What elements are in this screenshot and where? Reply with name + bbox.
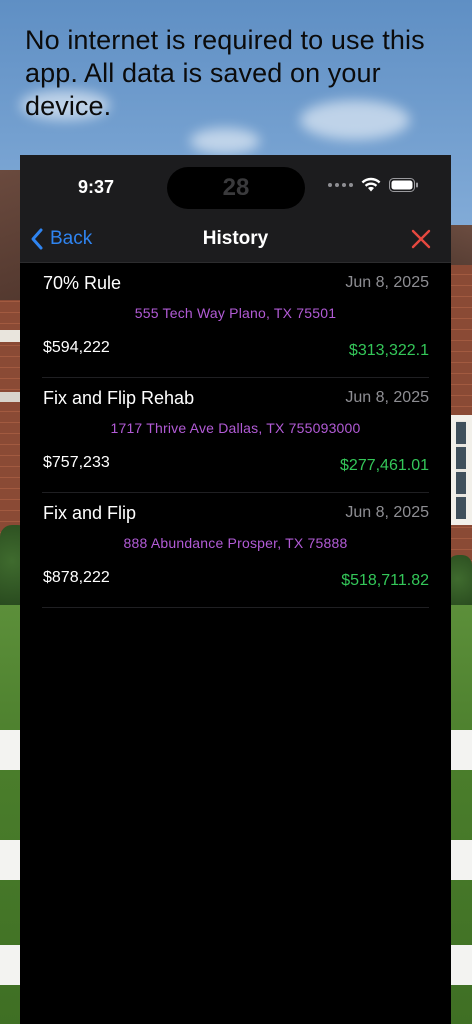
close-button[interactable] (409, 227, 433, 251)
status-time: 9:37 (78, 177, 115, 197)
phone-screen: 9:37 28 Back History 70% Rule Jun 8, 202… (20, 155, 451, 1024)
promo-headline: No internet is required to use this app.… (25, 25, 425, 121)
history-row[interactable]: Fix and Flip Rehab Jun 8, 2025 1717 Thri… (42, 378, 429, 493)
profit-value: $277,461.01 (340, 457, 429, 474)
purchase-price: $594,222 (43, 339, 110, 356)
property-address: 888 Abundance Prosper, TX 75888 (123, 535, 348, 551)
status-icons (328, 177, 419, 192)
history-row[interactable]: Fix and Flip Jun 8, 2025 888 Abundance P… (42, 493, 429, 608)
calculation-date: Jun 8, 2025 (345, 274, 429, 291)
calculation-date: Jun 8, 2025 (345, 504, 429, 521)
calculation-date: Jun 8, 2025 (345, 389, 429, 406)
purchase-price: $757,233 (43, 454, 110, 471)
wifi-icon (361, 177, 381, 192)
navigation-bar: Back History (20, 215, 451, 263)
cellular-signal-icon (328, 182, 353, 187)
status-bar: 9:37 28 (20, 155, 451, 215)
profit-value: $313,322.1 (348, 342, 429, 359)
history-row[interactable]: 70% Rule Jun 8, 2025 555 Tech Way Plano,… (42, 263, 429, 378)
dynamic-island: 28 (167, 167, 305, 209)
cloud (190, 128, 260, 154)
calculation-type: Fix and Flip Rehab (43, 388, 195, 408)
history-list: 70% Rule Jun 8, 2025 555 Tech Way Plano,… (20, 263, 451, 608)
calculation-type: Fix and Flip (43, 503, 137, 523)
battery-icon (389, 177, 418, 192)
property-address: 1717 Thrive Ave Dallas, TX 755093000 (110, 420, 361, 436)
island-text: 28 (222, 174, 250, 201)
property-address: 555 Tech Way Plano, TX 75501 (134, 305, 337, 321)
purchase-price: $878,222 (43, 569, 110, 586)
profit-value: $518,711.82 (341, 572, 429, 589)
calculation-type: 70% Rule (43, 273, 122, 293)
close-icon (411, 229, 431, 249)
house-window (450, 415, 472, 525)
page-title: History (202, 228, 269, 249)
